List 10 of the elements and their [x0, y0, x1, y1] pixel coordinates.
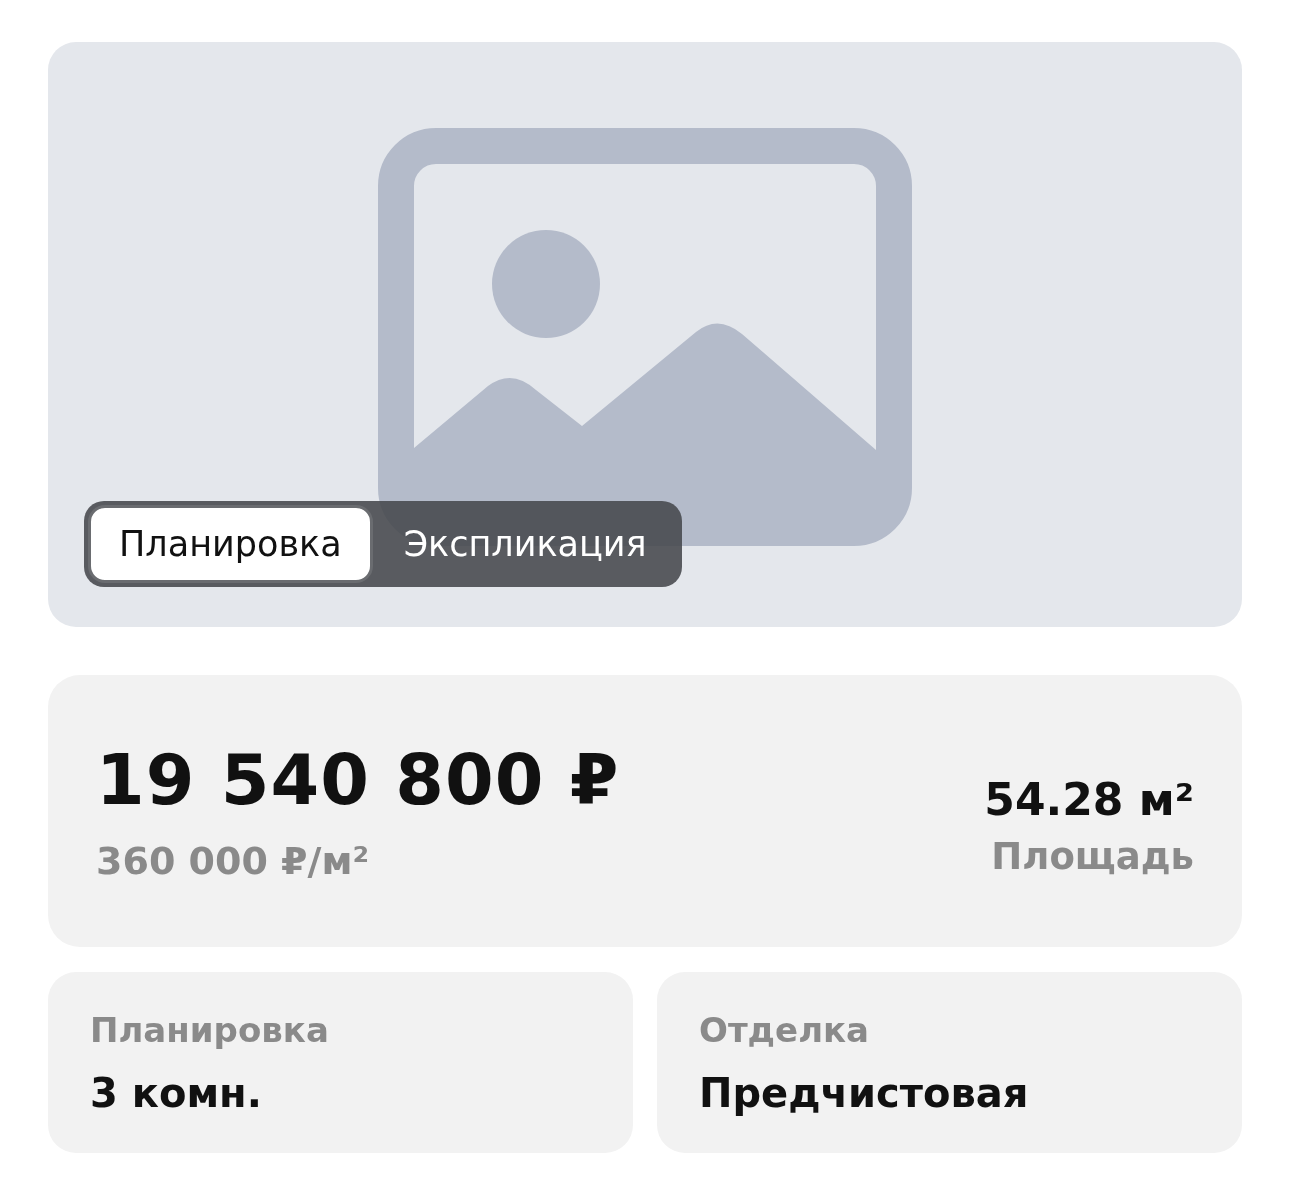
detail-label: Планировка [90, 1009, 330, 1050]
detail-label: Отделка [699, 1009, 871, 1050]
price-per-meter: 360 000 ₽/м² [96, 839, 370, 883]
total-price: 19 540 800 ₽ [96, 739, 620, 821]
detail-value: Предчистовая [699, 1069, 1030, 1116]
tab[interactable]: Планировка [88, 505, 373, 583]
area-value: 54.28 м² [984, 774, 1194, 825]
area-label: Площадь [991, 835, 1194, 878]
detail-value: 3 комн. [90, 1069, 263, 1116]
tab[interactable]: Экспликация [372, 505, 678, 583]
